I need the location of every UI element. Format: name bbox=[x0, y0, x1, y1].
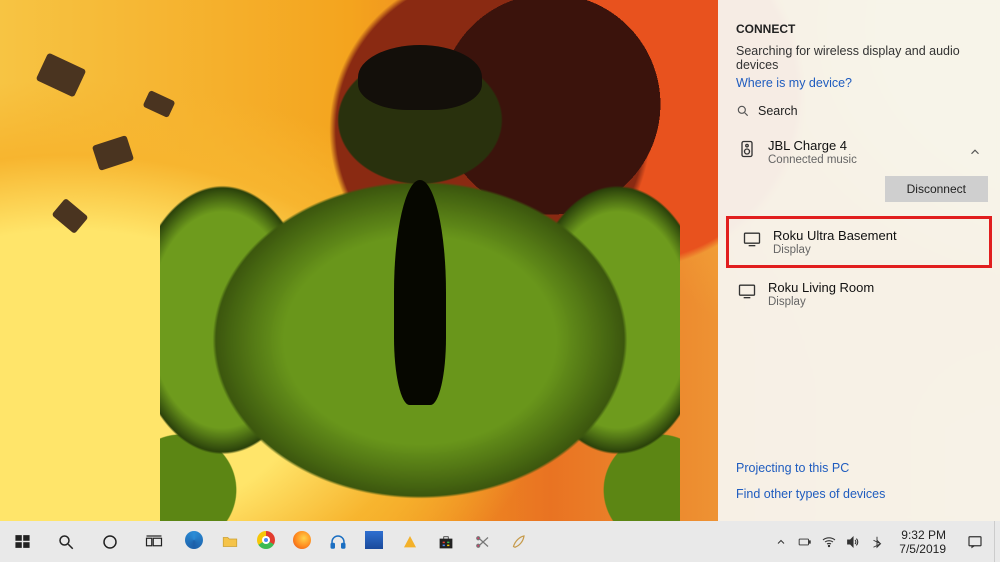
clock-time: 9:32 PM bbox=[901, 528, 946, 542]
device-name: Roku Ultra Basement bbox=[773, 228, 897, 243]
connect-panel: CONNECT Searching for wireless display a… bbox=[718, 0, 1000, 521]
chrome-icon bbox=[257, 531, 275, 552]
taskbar-app-plex[interactable] bbox=[392, 521, 428, 562]
start-button[interactable] bbox=[0, 521, 44, 562]
plex-icon bbox=[402, 534, 418, 550]
where-is-my-device-link[interactable]: Where is my device? bbox=[718, 74, 1000, 100]
wifi-icon bbox=[821, 534, 837, 550]
taskbar-app-blue[interactable] bbox=[356, 521, 392, 562]
taskbar-app-store[interactable] bbox=[428, 521, 464, 562]
tray-volume[interactable] bbox=[841, 521, 865, 562]
scissors-icon bbox=[473, 533, 491, 551]
edge-icon bbox=[185, 531, 203, 552]
taskbar-app-groove[interactable] bbox=[320, 521, 356, 562]
taskbar-right: 9:32 PM 7/5/2019 bbox=[769, 521, 1000, 562]
device-kind: Display bbox=[768, 296, 874, 308]
connect-title: CONNECT bbox=[718, 0, 1000, 40]
device-name: JBL Charge 4 bbox=[768, 138, 857, 153]
disconnect-button[interactable]: Disconnect bbox=[885, 176, 988, 202]
taskbar: 9:32 PM 7/5/2019 bbox=[0, 521, 1000, 562]
disconnect-row: Disconnect bbox=[718, 176, 1000, 214]
device-kind: Display bbox=[773, 244, 897, 256]
taskbar-left bbox=[0, 521, 536, 562]
chevron-up-icon[interactable] bbox=[968, 145, 982, 159]
tray-battery[interactable] bbox=[793, 521, 817, 562]
battery-icon bbox=[796, 535, 814, 549]
app-icon bbox=[365, 531, 383, 552]
taskbar-search-button[interactable] bbox=[44, 521, 88, 562]
clock-date: 7/5/2019 bbox=[899, 542, 946, 556]
wallpaper-debris bbox=[92, 135, 134, 171]
device-name: Roku Living Room bbox=[768, 280, 874, 295]
taskbar-app-sketch[interactable] bbox=[500, 521, 536, 562]
find-other-devices-link[interactable]: Find other types of devices bbox=[736, 481, 982, 507]
tray-overflow-button[interactable] bbox=[769, 521, 793, 562]
notification-icon bbox=[966, 533, 984, 551]
display-icon bbox=[736, 280, 758, 302]
search-icon bbox=[57, 533, 75, 551]
desktop[interactable]: CONNECT Searching for wireless display a… bbox=[0, 0, 1000, 521]
wallpaper-hulk-figure bbox=[160, 30, 680, 530]
wallpaper-debris bbox=[51, 198, 88, 234]
device-roku-living-room[interactable]: Roku Living Room Display bbox=[718, 270, 1000, 318]
taskbar-app-snip[interactable] bbox=[464, 521, 500, 562]
connect-search[interactable]: Search bbox=[718, 100, 1000, 128]
taskbar-app-firefox[interactable] bbox=[284, 521, 320, 562]
tray-bluetooth[interactable] bbox=[865, 521, 889, 562]
headphones-icon bbox=[329, 533, 347, 551]
cortana-button[interactable] bbox=[88, 521, 132, 562]
windows-icon bbox=[14, 533, 31, 550]
task-view-button[interactable] bbox=[132, 521, 176, 562]
task-view-icon bbox=[144, 533, 164, 551]
search-icon bbox=[736, 104, 750, 118]
taskbar-app-chrome[interactable] bbox=[248, 521, 284, 562]
device-status: Connected music bbox=[768, 154, 857, 166]
bluetooth-icon bbox=[870, 534, 884, 550]
connect-search-label: Search bbox=[758, 104, 798, 118]
taskbar-app-file-explorer[interactable] bbox=[212, 521, 248, 562]
show-desktop-button[interactable] bbox=[994, 521, 1000, 562]
store-icon bbox=[437, 533, 455, 551]
device-jbl-charge-4[interactable]: JBL Charge 4 Connected music bbox=[718, 128, 1000, 176]
cortana-icon bbox=[101, 533, 119, 551]
feather-icon bbox=[509, 533, 527, 551]
volume-icon bbox=[845, 534, 861, 550]
annotation-highlight: Roku Ultra Basement Display bbox=[726, 216, 992, 268]
connect-status-text: Searching for wireless display and audio… bbox=[718, 40, 1000, 74]
action-center-button[interactable] bbox=[956, 521, 994, 562]
wallpaper-debris bbox=[36, 53, 87, 98]
taskbar-app-edge[interactable] bbox=[176, 521, 212, 562]
device-roku-ultra-basement[interactable]: Roku Ultra Basement Display bbox=[735, 224, 983, 260]
firefox-icon bbox=[293, 531, 311, 552]
taskbar-clock[interactable]: 9:32 PM 7/5/2019 bbox=[889, 521, 956, 562]
projecting-to-this-pc-link[interactable]: Projecting to this PC bbox=[736, 455, 982, 481]
speaker-icon bbox=[736, 138, 758, 160]
chevron-up-icon bbox=[775, 536, 787, 548]
display-icon bbox=[741, 228, 763, 250]
folder-icon bbox=[220, 533, 240, 551]
tray-wifi[interactable] bbox=[817, 521, 841, 562]
